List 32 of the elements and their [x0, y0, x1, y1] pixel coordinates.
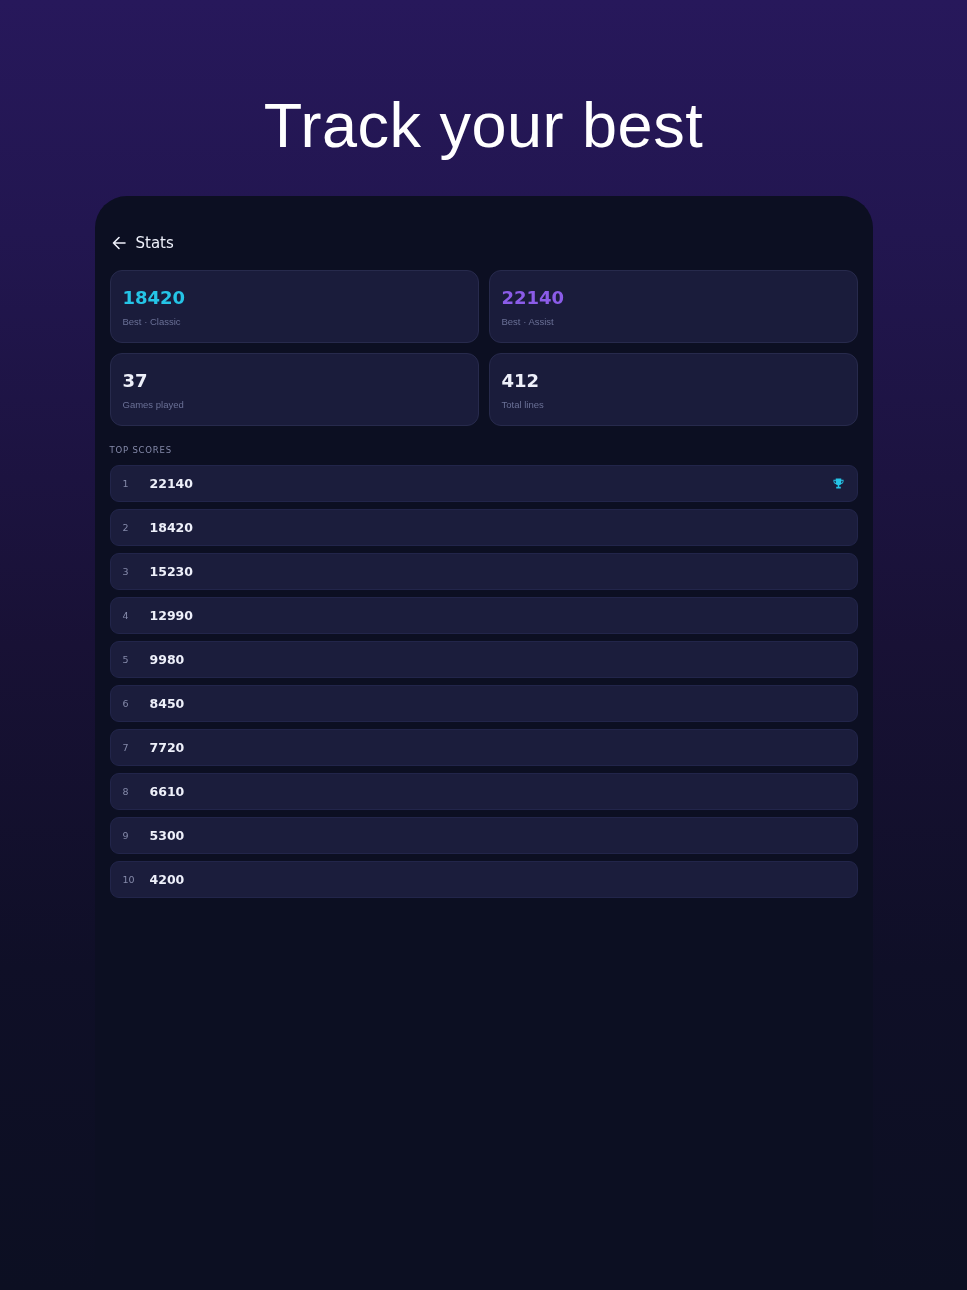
- rank-number: 8: [122, 786, 130, 797]
- stat-label: Total lines: [501, 399, 544, 411]
- score-value: 7720: [149, 740, 185, 755]
- stat-value: 37: [122, 370, 148, 392]
- screen-title: Stats: [135, 234, 174, 252]
- score-value: 22140: [149, 476, 193, 491]
- rank-number: 1: [122, 478, 130, 489]
- rank-number: 10: [122, 874, 136, 885]
- rank-number: 6: [122, 698, 130, 709]
- back-icon[interactable]: [111, 236, 126, 250]
- stat-label: Best · Assist: [501, 316, 554, 328]
- score-value: 6610: [149, 784, 185, 799]
- score-value: 8450: [149, 696, 185, 711]
- score-value: 5300: [149, 828, 185, 843]
- score-value: 9980: [149, 652, 185, 667]
- score-value: 4200: [149, 872, 185, 887]
- rank-number: 7: [122, 742, 130, 753]
- section-label: TOP SCORES: [109, 444, 172, 456]
- rank-number: 2: [122, 522, 130, 533]
- stat-label: Games played: [122, 399, 184, 411]
- stat-label: Best · Classic: [122, 316, 181, 328]
- score-value: 15230: [149, 564, 193, 579]
- rank-number: 5: [122, 654, 130, 665]
- stat-value: 18420: [122, 287, 186, 309]
- rank-number: 4: [122, 610, 130, 621]
- rank-number: 3: [122, 566, 130, 577]
- rank-number: 9: [122, 830, 130, 841]
- stat-value: 22140: [501, 287, 565, 309]
- stat-value: 412: [501, 370, 540, 392]
- score-value: 12990: [149, 608, 193, 623]
- page-heading: Track your best: [263, 90, 704, 160]
- score-value: 18420: [149, 520, 193, 535]
